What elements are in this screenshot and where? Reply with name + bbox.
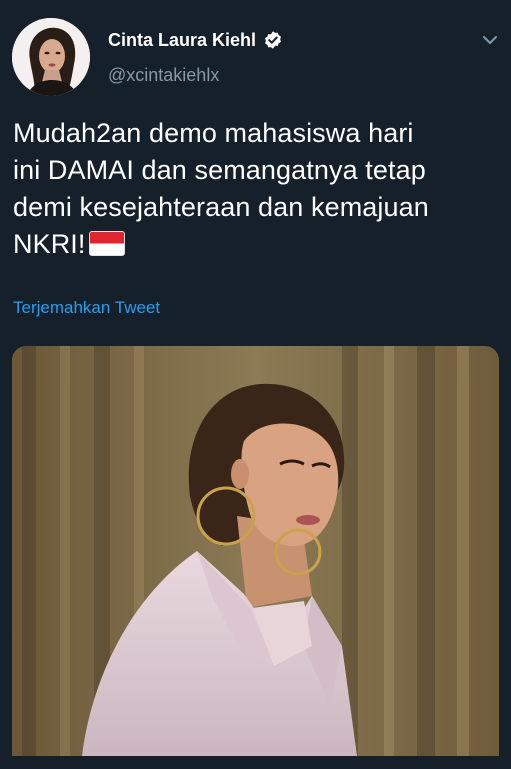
indonesia-flag-icon [88, 231, 125, 256]
chevron-down-icon[interactable] [480, 30, 500, 50]
verified-badge-icon [263, 30, 283, 50]
author-handle[interactable]: @xcintakiehlx [108, 65, 219, 86]
tweet-text-line: demi kesejahteraan dan kemajuan [13, 192, 429, 222]
tweet-text: Mudah2an demo mahasiswa hari ini DAMAI d… [13, 115, 503, 263]
tweet-text-line-last: NKRI! [13, 226, 503, 263]
tweet-text-line: Mudah2an demo mahasiswa hari [13, 118, 414, 148]
translate-tweet-link[interactable]: Terjemahkan Tweet [13, 298, 160, 318]
tweet-card[interactable]: Cinta Laura Kiehl @xcintakiehlx Mudah2an… [0, 0, 511, 769]
author-name-row[interactable]: Cinta Laura Kiehl [108, 28, 283, 52]
photo-image [12, 346, 499, 756]
tweet-media-photo[interactable] [12, 346, 499, 756]
author-display-name[interactable]: Cinta Laura Kiehl [108, 30, 256, 51]
avatar-image [12, 18, 90, 96]
author-avatar[interactable] [12, 18, 90, 96]
tweet-text-line: NKRI! [13, 229, 86, 259]
tweet-text-line: ini DAMAI dan semangatnya tetap [13, 155, 426, 185]
